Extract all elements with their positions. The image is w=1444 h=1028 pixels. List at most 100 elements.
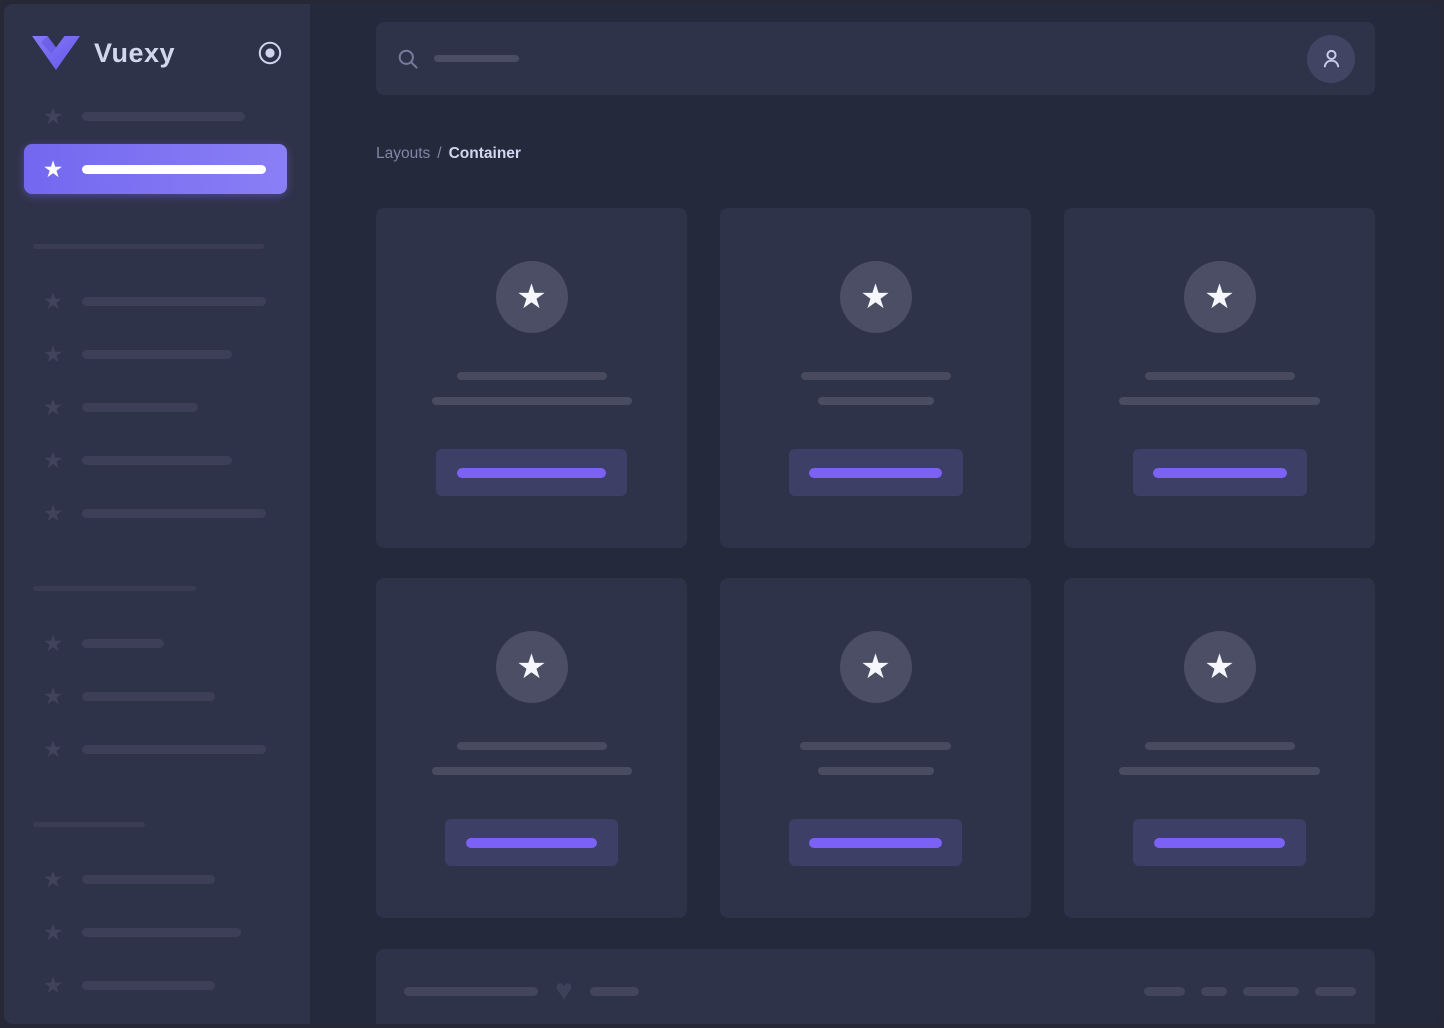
menu-label-skeleton bbox=[82, 928, 241, 937]
menu-label-skeleton bbox=[82, 745, 266, 754]
sidebar-item[interactable]: ★ bbox=[4, 670, 310, 723]
card-title-skeleton bbox=[456, 372, 607, 380]
sidebar-section: ★ ★ ★ bbox=[4, 617, 310, 776]
star-icon: ★ bbox=[1204, 648, 1235, 686]
card-title-skeleton bbox=[800, 372, 951, 380]
person-icon bbox=[1323, 49, 1339, 68]
star-icon: ★ bbox=[42, 736, 64, 762]
card-action-button[interactable] bbox=[789, 819, 962, 866]
placeholder-card: ★ bbox=[1064, 208, 1375, 548]
star-icon: ★ bbox=[860, 278, 891, 316]
sidebar-item[interactable]: ★ bbox=[4, 487, 310, 540]
menu-label-skeleton bbox=[82, 456, 232, 465]
footer-text-skeleton bbox=[404, 986, 538, 996]
sidebar: Vuexy ★ ★ ★ ★ ★ ★ ★ ★ ★ ★ ★ ★ ★ bbox=[4, 4, 310, 1024]
footer-link-skeleton bbox=[1315, 986, 1356, 996]
search-icon bbox=[398, 49, 418, 69]
placeholder-card: ★ bbox=[376, 578, 687, 918]
vuexy-logo-icon bbox=[32, 36, 80, 70]
card-grid: ★ ★ ★ ★ ★ ★ bbox=[376, 208, 1375, 918]
card-action-button[interactable] bbox=[1132, 449, 1307, 496]
placeholder-card: ★ bbox=[376, 208, 687, 548]
sidebar-item[interactable]: ★ bbox=[4, 275, 310, 328]
sidebar-item[interactable]: ★ bbox=[4, 90, 310, 143]
sidebar-item[interactable]: ★ bbox=[4, 328, 310, 381]
card-text-skeleton bbox=[817, 767, 934, 775]
card-action-button[interactable] bbox=[445, 819, 618, 866]
star-icon: ★ bbox=[42, 630, 64, 656]
section-header-skeleton bbox=[33, 586, 196, 591]
card-title-skeleton bbox=[456, 742, 607, 750]
sidebar-item[interactable]: ★ bbox=[4, 959, 310, 1012]
section-header-skeleton bbox=[33, 822, 145, 827]
card-avatar: ★ bbox=[495, 261, 568, 333]
menu-label-skeleton bbox=[82, 981, 215, 990]
sidebar-nav: ★ ★ ★ ★ ★ ★ ★ ★ ★ ★ ★ ★ ★ bbox=[4, 90, 310, 1012]
footer-card: ♥ bbox=[376, 949, 1375, 1024]
breadcrumb-current: Container bbox=[448, 145, 521, 162]
menu-label-skeleton bbox=[82, 875, 215, 884]
card-action-button[interactable] bbox=[1133, 819, 1306, 866]
main-content: Layouts / Container ★ ★ ★ ★ ★ ★ ♥ bbox=[310, 4, 1440, 1024]
star-icon: ★ bbox=[42, 972, 64, 998]
footer-link-skeleton bbox=[1144, 986, 1185, 996]
breadcrumb-separator: / bbox=[437, 145, 442, 162]
menu-label-skeleton bbox=[82, 112, 245, 121]
breadcrumb-parent[interactable]: Layouts bbox=[376, 145, 430, 162]
card-avatar: ★ bbox=[495, 631, 568, 703]
card-title-skeleton bbox=[1144, 372, 1295, 380]
star-icon: ★ bbox=[860, 648, 891, 686]
brand: Vuexy bbox=[4, 4, 310, 70]
sidebar-item-active[interactable]: ★ bbox=[24, 144, 287, 194]
breadcrumb: Layouts / Container bbox=[376, 145, 1375, 163]
search-bar[interactable] bbox=[376, 22, 1375, 95]
section-header-skeleton bbox=[33, 244, 264, 249]
card-title-skeleton bbox=[800, 742, 951, 750]
sidebar-section: ★ ★ ★ ★ ★ bbox=[4, 275, 310, 540]
record-circle-icon[interactable] bbox=[256, 39, 284, 67]
footer-link-skeleton bbox=[1243, 986, 1299, 996]
search-placeholder-skeleton bbox=[434, 55, 519, 62]
sidebar-item[interactable]: ★ bbox=[4, 723, 310, 776]
button-label-skeleton bbox=[809, 467, 942, 478]
card-text-skeleton bbox=[431, 767, 632, 775]
star-icon: ★ bbox=[42, 919, 64, 945]
footer-links bbox=[1144, 986, 1356, 996]
footer-link-skeleton bbox=[1201, 986, 1227, 996]
card-avatar: ★ bbox=[839, 261, 912, 333]
placeholder-card: ★ bbox=[1064, 578, 1375, 918]
button-label-skeleton bbox=[1154, 837, 1285, 848]
star-icon: ★ bbox=[42, 341, 64, 367]
app-window: Vuexy ★ ★ ★ ★ ★ ★ ★ ★ ★ ★ ★ ★ ★ Layouts … bbox=[4, 4, 1440, 1024]
star-icon: ★ bbox=[1204, 278, 1235, 316]
card-avatar: ★ bbox=[1183, 261, 1256, 333]
sidebar-item[interactable]: ★ bbox=[4, 381, 310, 434]
menu-label-skeleton bbox=[82, 639, 164, 648]
menu-label-skeleton bbox=[82, 403, 198, 412]
footer-text-skeleton bbox=[589, 986, 639, 996]
star-icon: ★ bbox=[42, 288, 64, 314]
menu-label-skeleton bbox=[82, 692, 215, 701]
card-text-skeleton bbox=[431, 397, 632, 405]
card-avatar: ★ bbox=[1183, 631, 1256, 703]
sidebar-item[interactable]: ★ bbox=[4, 434, 310, 487]
placeholder-card: ★ bbox=[720, 578, 1031, 918]
star-icon: ★ bbox=[42, 155, 64, 182]
star-icon: ★ bbox=[42, 394, 64, 420]
card-avatar: ★ bbox=[839, 631, 912, 703]
card-title-skeleton bbox=[1144, 742, 1295, 750]
placeholder-card: ★ bbox=[720, 208, 1031, 548]
user-avatar[interactable] bbox=[1307, 34, 1355, 83]
sidebar-item[interactable]: ★ bbox=[4, 906, 310, 959]
card-text-skeleton bbox=[817, 397, 934, 405]
card-action-button[interactable] bbox=[788, 449, 963, 496]
card-text-skeleton bbox=[1119, 767, 1320, 775]
star-icon: ★ bbox=[42, 103, 64, 129]
star-icon: ★ bbox=[42, 683, 64, 709]
sidebar-item[interactable]: ★ bbox=[4, 617, 310, 670]
sidebar-item[interactable]: ★ bbox=[4, 853, 310, 906]
sidebar-section: ★ ★ ★ bbox=[4, 853, 310, 1012]
button-label-skeleton bbox=[457, 467, 606, 478]
brand-name: Vuexy bbox=[94, 37, 176, 68]
card-action-button[interactable] bbox=[436, 449, 627, 496]
